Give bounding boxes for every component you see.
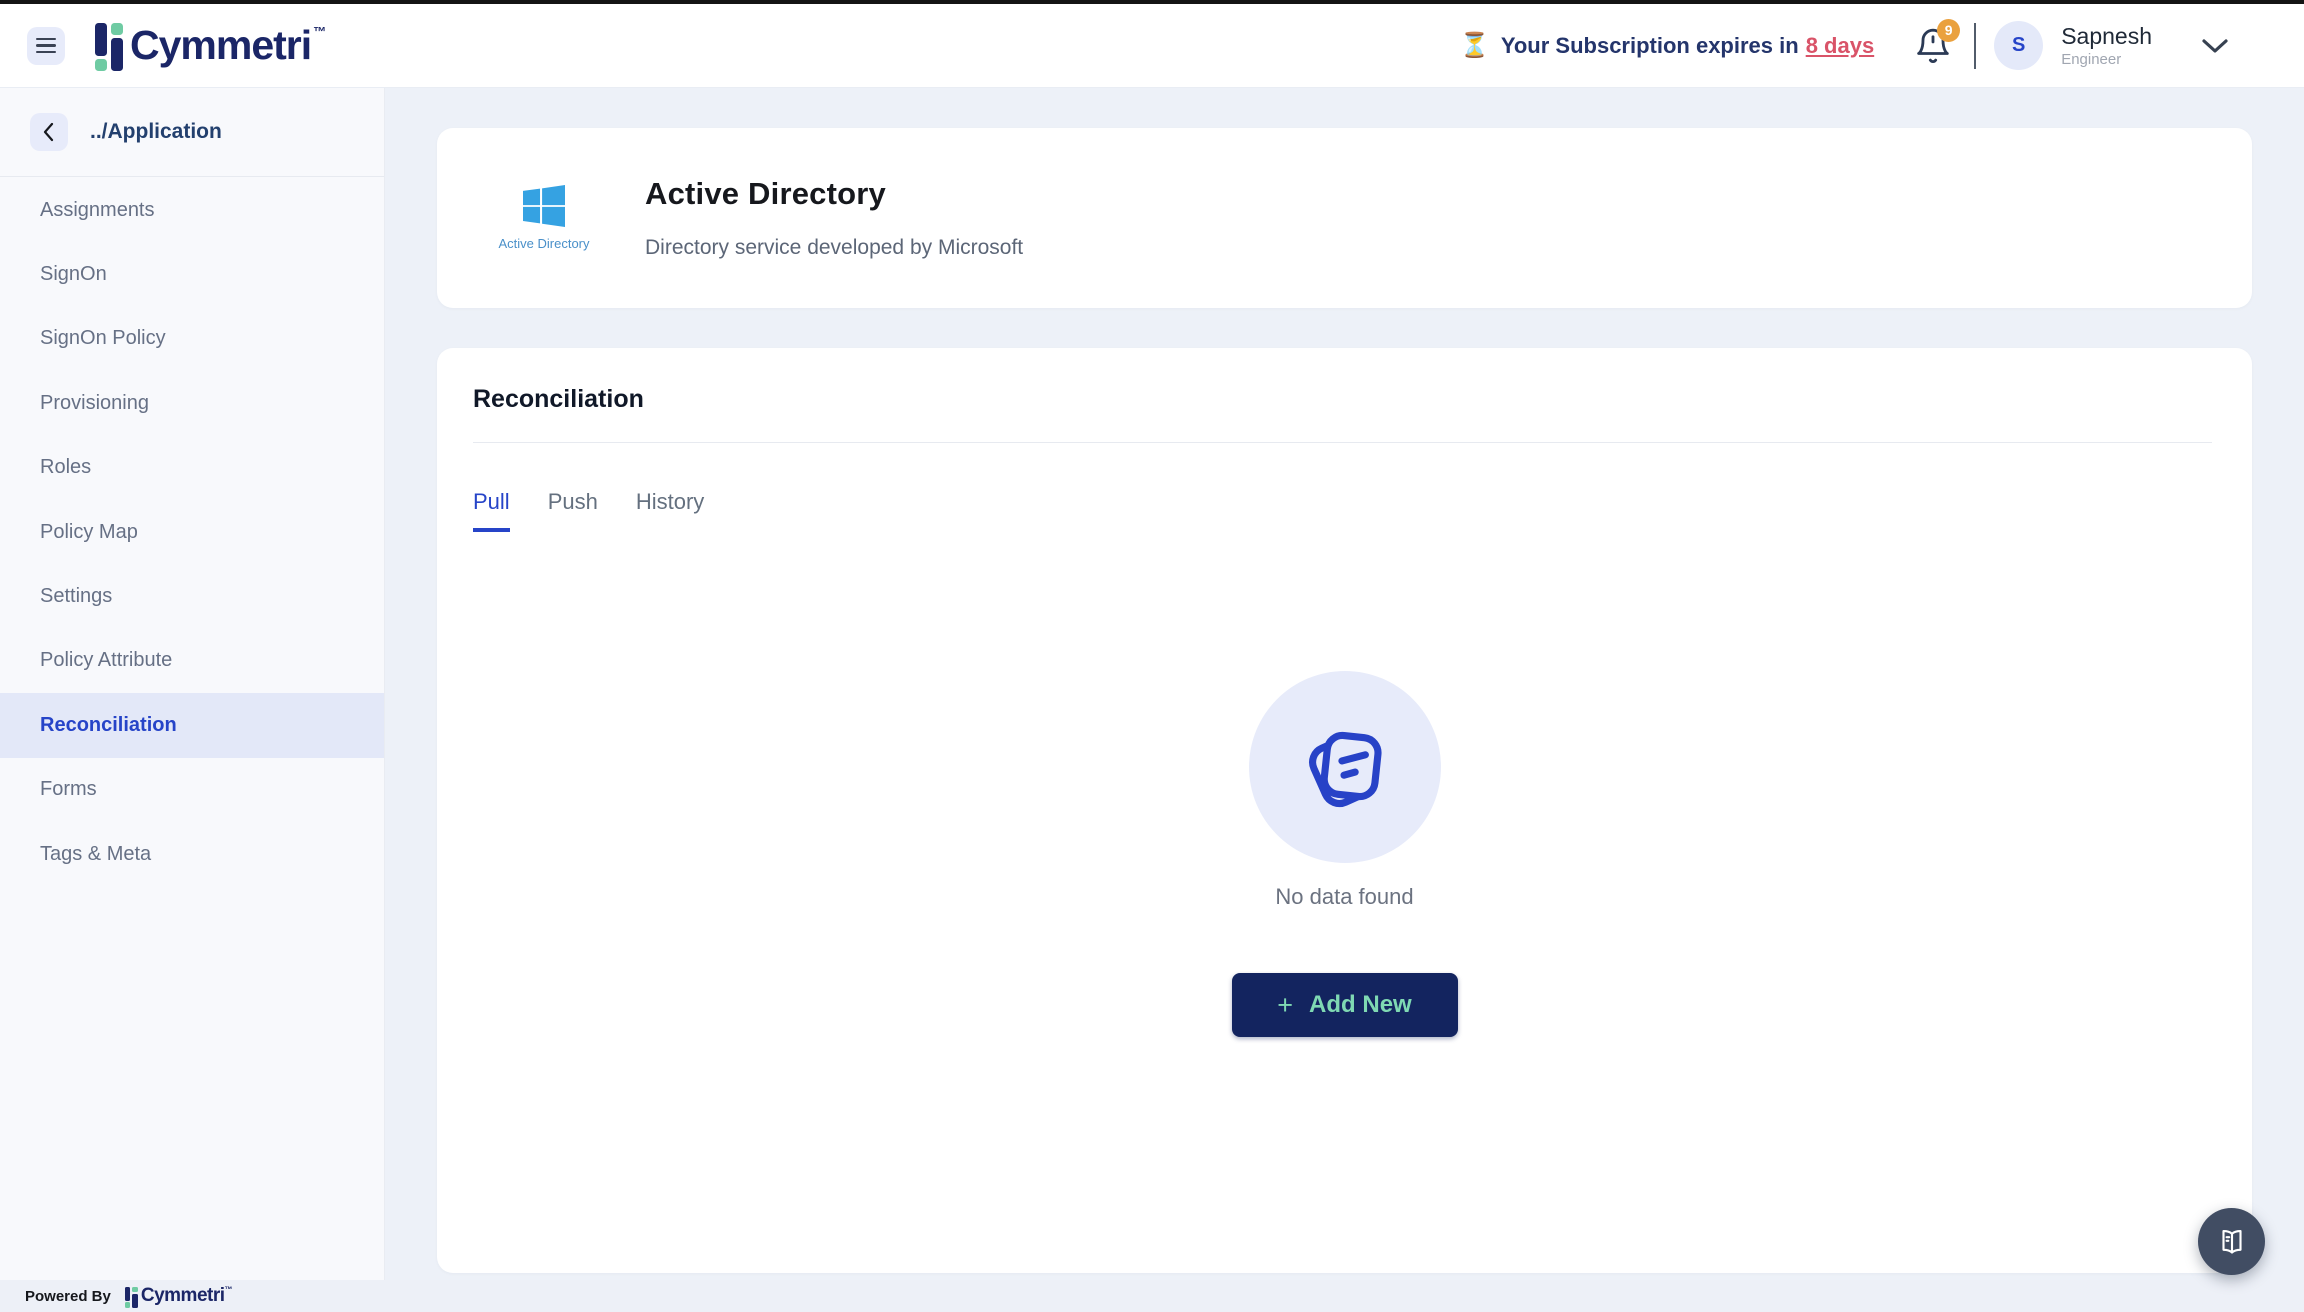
- breadcrumb[interactable]: ../Application: [90, 120, 222, 144]
- subscription-days-link[interactable]: 8 days: [1806, 33, 1875, 59]
- footer-brand-trademark: ™: [225, 1285, 233, 1294]
- sidebar: ../Application AssignmentsSignOnSignOn P…: [0, 88, 385, 1280]
- subscription-text: Your Subscription expires in: [1501, 33, 1799, 59]
- sidebar-item-settings[interactable]: Settings: [0, 564, 384, 628]
- sidebar-item-signon-policy[interactable]: SignOn Policy: [0, 307, 384, 371]
- page-subtitle: Directory service developed by Microsoft: [645, 236, 1023, 260]
- windows-logo-icon: [523, 185, 565, 227]
- documentation-fab-button[interactable]: [2198, 1208, 2265, 1275]
- user-name: Sapnesh: [2061, 23, 2152, 49]
- tab-pull[interactable]: Pull: [473, 489, 510, 532]
- app-logo-caption: Active Directory: [479, 236, 609, 251]
- reconciliation-card: Reconciliation Pull Push History No data f…: [437, 348, 2252, 1273]
- empty-state: No data found + Add New: [437, 532, 2252, 1037]
- notifications-button[interactable]: 9: [1913, 24, 1953, 68]
- brand-name: Cymmetri: [130, 20, 311, 70]
- main-content: Active Directory Active Directory Direct…: [385, 88, 2304, 1280]
- browser-top-edge: [0, 0, 2304, 4]
- cymmetri-logo-icon: [95, 23, 123, 71]
- footer-brand-name: Cymmetri: [141, 1285, 225, 1306]
- avatar[interactable]: S: [1994, 21, 2043, 70]
- sidebar-item-policy-attribute[interactable]: Policy Attribute: [0, 629, 384, 693]
- sidebar-item-forms[interactable]: Forms: [0, 758, 384, 822]
- brand-trademark: ™: [313, 24, 326, 39]
- empty-state-circle: [1249, 671, 1441, 863]
- notification-count-badge: 9: [1937, 19, 1960, 42]
- hamburger-menu-button[interactable]: [27, 27, 65, 65]
- footer: Powered By Cymmetri ™: [0, 1280, 2304, 1312]
- user-menu[interactable]: S Sapnesh Engineer: [1994, 21, 2230, 70]
- page-title: Active Directory: [645, 176, 1023, 212]
- powered-by-text: Powered By: [25, 1288, 111, 1305]
- header-divider: [1974, 23, 1976, 69]
- user-role: Engineer: [2061, 51, 2152, 68]
- footer-brand-logo: Cymmetri ™: [125, 1285, 233, 1308]
- empty-state-text: No data found: [1275, 884, 1413, 910]
- section-heading: Reconciliation: [437, 348, 2252, 414]
- open-book-icon: [2215, 1225, 2249, 1259]
- sidebar-item-tags-meta[interactable]: Tags & Meta: [0, 822, 384, 886]
- sidebar-item-assignments[interactable]: Assignments: [0, 178, 384, 242]
- cymmetri-mini-logo-icon: [125, 1287, 138, 1308]
- back-button[interactable]: [30, 113, 68, 151]
- application-header-card: Active Directory Active Directory Direct…: [437, 128, 2252, 308]
- sidebar-item-reconciliation[interactable]: Reconciliation: [0, 693, 384, 757]
- chevron-down-icon[interactable]: [2200, 37, 2230, 55]
- no-data-documents-icon: [1289, 711, 1401, 823]
- tab-bar: Pull Push History: [473, 489, 2252, 532]
- section-divider: [473, 442, 2212, 443]
- add-new-label: Add New: [1309, 991, 1412, 1019]
- hourglass-icon: ⏳: [1460, 31, 1490, 60]
- subscription-expiry-notice: ⏳ Your Subscription expires in 8 days: [1460, 31, 1874, 60]
- sidebar-back-row: ../Application: [0, 88, 384, 177]
- chevron-left-icon: [41, 122, 57, 142]
- sidebar-item-policy-map[interactable]: Policy Map: [0, 500, 384, 564]
- tab-push[interactable]: Push: [548, 489, 598, 532]
- add-new-button[interactable]: + Add New: [1232, 973, 1458, 1037]
- plus-icon: +: [1277, 990, 1293, 1021]
- sidebar-menu: AssignmentsSignOnSignOn PolicyProvisioni…: [0, 177, 384, 886]
- app-header: Cymmetri ™ ⏳ Your Subscription expires i…: [0, 4, 2304, 88]
- brand-logo: Cymmetri ™: [95, 20, 326, 71]
- tab-history[interactable]: History: [636, 489, 704, 532]
- sidebar-item-signon[interactable]: SignOn: [0, 242, 384, 306]
- sidebar-item-roles[interactable]: Roles: [0, 436, 384, 500]
- sidebar-item-provisioning[interactable]: Provisioning: [0, 371, 384, 435]
